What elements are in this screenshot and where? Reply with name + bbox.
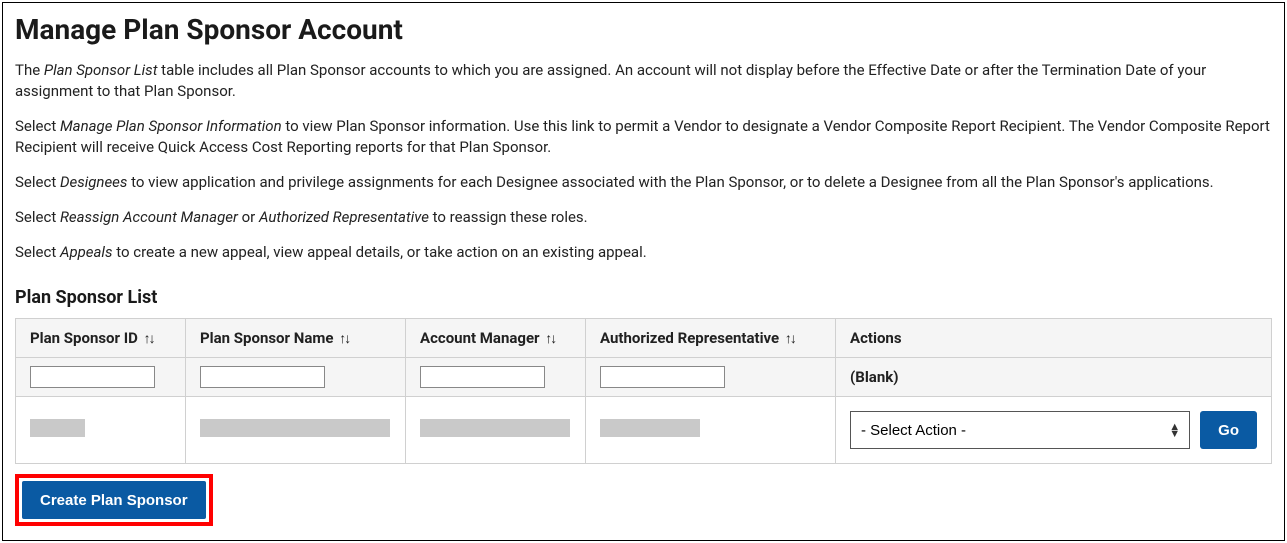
text: to reassign these roles. [429,208,588,226]
plan-sponsor-table: Plan Sponsor ID ↑↓ Plan Sponsor Name ↑↓ … [15,318,1272,464]
table-heading: Plan Sponsor List [15,287,1272,308]
col-header-account-manager[interactable]: Account Manager ↑↓ [406,319,586,358]
page-title: Manage Plan Sponsor Account [15,13,1272,46]
filter-plan-sponsor-name[interactable] [200,366,325,388]
sort-icon: ↑↓ [545,331,555,347]
cell-authorized-representative [586,397,836,464]
intro-paragraph-3: Select Designees to view application and… [15,172,1272,193]
col-header-plan-sponsor-name[interactable]: Plan Sponsor Name ↑↓ [186,319,406,358]
create-plan-sponsor-button[interactable]: Create Plan Sponsor [22,481,206,519]
intro-paragraph-2: Select Manage Plan Sponsor Information t… [15,116,1272,158]
col-label: Plan Sponsor Name [200,329,333,347]
emphasis: Manage Plan Sponsor Information [60,117,282,135]
text: The [15,61,44,79]
text: to view application and privilege assign… [127,173,1213,191]
col-label: Authorized Representative [600,329,779,347]
col-header-authorized-representative[interactable]: Authorized Representative ↑↓ [586,319,836,358]
table-filter-row: (Blank) [16,358,1272,397]
page-container: Manage Plan Sponsor Account The Plan Spo… [2,2,1285,541]
filter-plan-sponsor-id[interactable] [30,366,155,388]
col-label: Account Manager [420,329,540,347]
col-label: Plan Sponsor ID [30,329,138,347]
redacted-value [30,419,85,437]
text: Select [15,243,60,261]
text: Select [15,117,60,135]
text: Select [15,173,60,191]
cell-actions: - Select Action - ▲▼ Go [836,397,1272,464]
text: to create a new appeal, view appeal deta… [112,243,646,261]
filter-authorized-representative[interactable] [600,366,725,388]
cell-account-manager [406,397,586,464]
redacted-value [420,419,570,437]
emphasis: Designees [60,173,127,191]
intro-paragraph-4: Select Reassign Account Manager or Autho… [15,207,1272,228]
intro-paragraph-1: The Plan Sponsor List table includes all… [15,60,1272,102]
col-header-actions: Actions [836,319,1272,358]
filter-account-manager[interactable] [420,366,545,388]
intro-paragraph-5: Select Appeals to create a new appeal, v… [15,242,1272,263]
go-button[interactable]: Go [1200,411,1257,449]
table-header-row: Plan Sponsor ID ↑↓ Plan Sponsor Name ↑↓ … [16,319,1272,358]
filter-actions-blank: (Blank) [850,368,899,386]
sort-icon: ↑↓ [339,331,349,347]
col-header-plan-sponsor-id[interactable]: Plan Sponsor ID ↑↓ [16,319,186,358]
emphasis: Appeals [60,243,113,261]
redacted-value [200,419,390,437]
sort-icon: ↑↓ [785,331,795,347]
emphasis: Reassign Account Manager [60,208,238,226]
text: table includes all Plan Sponsor accounts… [15,61,1206,100]
emphasis: Plan Sponsor List [44,61,158,79]
emphasis: Authorized Representative [259,208,429,226]
sort-icon: ↑↓ [144,331,154,347]
text: or [238,208,259,226]
action-select[interactable]: - Select Action - [850,411,1190,449]
create-button-highlight: Create Plan Sponsor [15,474,213,526]
intro-text-block: The Plan Sponsor List table includes all… [15,60,1272,263]
cell-plan-sponsor-name [186,397,406,464]
col-label: Actions [850,329,902,347]
cell-plan-sponsor-id [16,397,186,464]
table-row: - Select Action - ▲▼ Go [16,397,1272,464]
text: Select [15,208,60,226]
redacted-value [600,419,700,437]
